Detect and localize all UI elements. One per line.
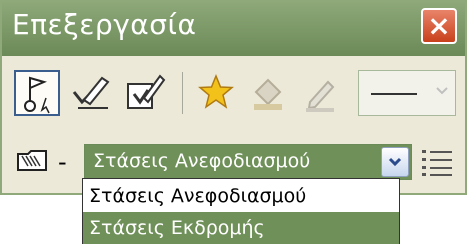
pencil-icon (306, 80, 335, 112)
drawing-toolbar (6, 64, 460, 124)
folder-icon[interactable] (16, 148, 50, 174)
dropdown-option[interactable]: Στάσεις Ανεφοδιασμού (83, 180, 399, 212)
paint-bucket-tool-button[interactable] (246, 70, 292, 116)
pencil-tool-button[interactable] (298, 70, 344, 116)
flag-pin-tool-button[interactable] (14, 70, 60, 116)
line-style-dropdown[interactable] (358, 70, 456, 116)
layer-dropdown-list: Στάσεις Ανεφοδιασμού Στάσεις Εκδρομής (82, 178, 400, 244)
toolbar-separator (182, 72, 183, 114)
close-button[interactable]: × (421, 8, 457, 44)
dropdown-option-highlighted[interactable]: Στάσεις Εκδρομής (83, 212, 399, 244)
combobox-toggle-button[interactable] (381, 147, 409, 177)
paint-bucket-icon (254, 78, 282, 110)
pen-check-tool-button[interactable] (68, 70, 114, 116)
chevron-down-icon (429, 71, 455, 115)
chevron-down-icon (388, 157, 402, 167)
selected-layer: Στάσεις Ανεφοδιασμού (93, 150, 311, 172)
pen-check-icon (72, 76, 110, 109)
list-icon[interactable] (420, 146, 456, 178)
checked-box-tool-button[interactable] (122, 70, 168, 116)
checked-box-icon (127, 74, 166, 109)
layer-prefix: - (58, 148, 67, 176)
star-tool-button[interactable] (194, 70, 240, 116)
star-icon (198, 74, 234, 109)
window-title: Επεξεργασία (12, 8, 197, 41)
edit-panel: Επεξεργασία × - Στάσεις Ανεφοδιασμού (0, 0, 467, 195)
title-bar[interactable]: Επεξεργασία × (2, 2, 465, 56)
line-style-preview (371, 93, 417, 95)
flag-pin-icon (24, 76, 50, 114)
layer-combobox[interactable]: Στάσεις Ανεφοδιασμού (84, 144, 412, 180)
